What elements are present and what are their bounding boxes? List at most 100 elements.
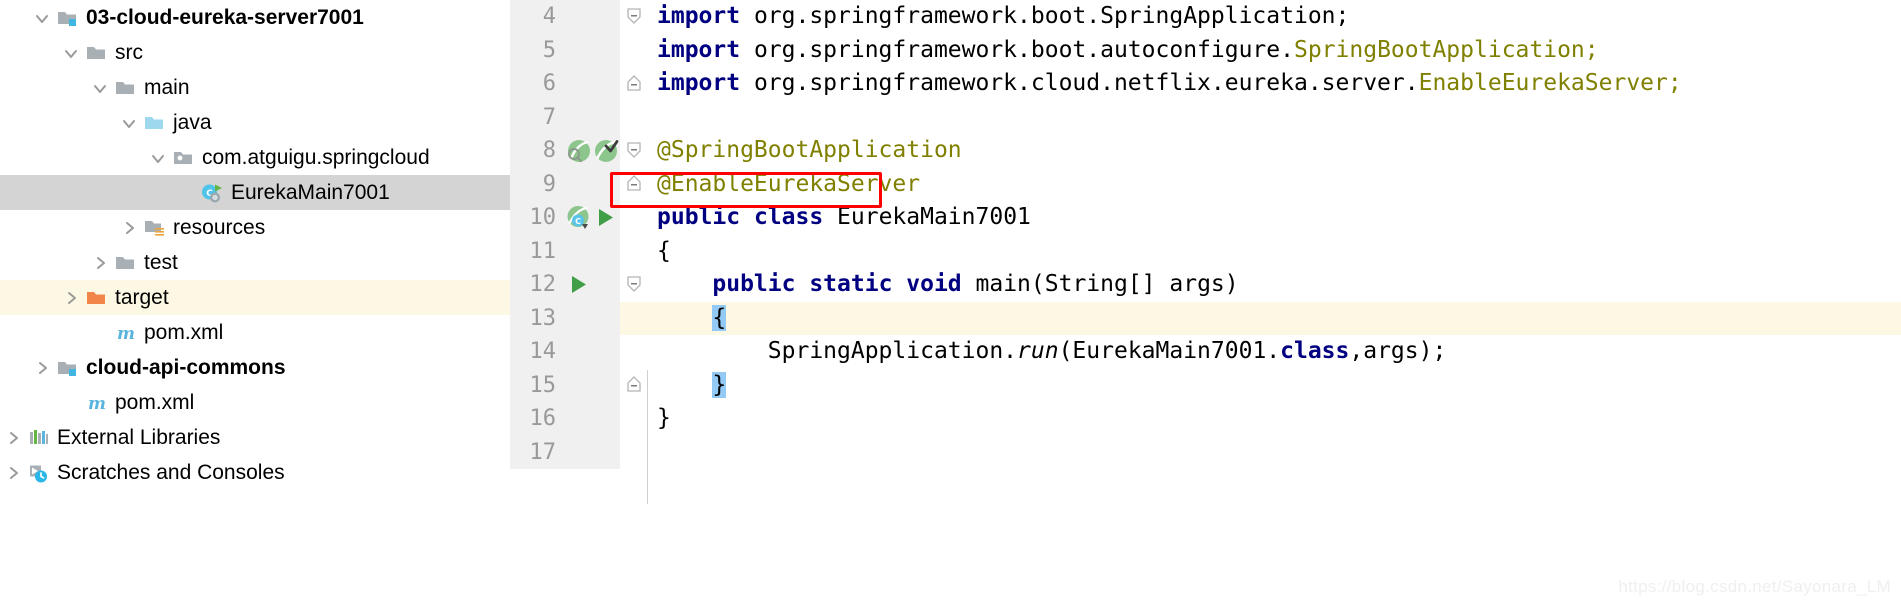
code-line-text[interactable]: import org.springframework.boot.autoconf… xyxy=(647,34,1901,68)
chevron-down-icon[interactable] xyxy=(116,105,142,140)
chevron-down-icon[interactable] xyxy=(58,35,84,70)
tree-item-target[interactable]: target xyxy=(0,280,510,315)
code-line-13[interactable]: 13 { xyxy=(510,301,1901,336)
fold-column xyxy=(620,335,647,369)
watermark-text: https://blog.csdn.net/Sayonara_LM xyxy=(1618,577,1891,596)
code-line-text[interactable]: import org.springframework.boot.SpringAp… xyxy=(647,0,1901,34)
code-line-text[interactable] xyxy=(647,436,1901,470)
tree-item-pom-xml[interactable]: m pom.xml xyxy=(0,385,510,420)
gutter-icon-area[interactable] xyxy=(562,33,620,67)
spring-bean-search-icon[interactable] xyxy=(565,137,592,164)
svg-text:m: m xyxy=(117,324,135,343)
code-line-text[interactable]: { xyxy=(647,235,1901,269)
tree-item-src[interactable]: src xyxy=(0,35,510,70)
tree-item-main[interactable]: main xyxy=(0,70,510,105)
code-line-text[interactable]: } xyxy=(647,369,1901,403)
code-token: class xyxy=(1280,338,1350,364)
gutter-icon-area[interactable] xyxy=(562,301,620,335)
chevron-right-icon[interactable] xyxy=(0,455,26,490)
gutter-icon-area[interactable] xyxy=(562,402,620,436)
tree-item-label: Scratches and Consoles xyxy=(57,461,285,484)
code-line-7[interactable]: 7 xyxy=(510,100,1901,135)
line-number: 7 xyxy=(510,100,562,134)
code-fold-fold-start-icon[interactable] xyxy=(620,268,647,302)
tree-item-eurekamain7001[interactable]: C EurekaMain7001 xyxy=(0,175,510,210)
code-token: EurekaMain7001 xyxy=(837,204,1031,230)
code-line-text[interactable]: @SpringBootApplication xyxy=(647,134,1901,168)
code-line-text[interactable]: @EnableEurekaServer xyxy=(647,168,1901,202)
run-triangle-icon[interactable] xyxy=(565,271,592,298)
chevron-right-icon[interactable] xyxy=(29,350,55,385)
code-token: import xyxy=(657,3,754,29)
code-line-5[interactable]: 5 import org.springframework.boot.autocon… xyxy=(510,33,1901,68)
chevron-down-icon[interactable] xyxy=(29,0,55,35)
code-token: run xyxy=(1017,338,1059,364)
tree-item-label: com.atguigu.springcloud xyxy=(202,146,430,169)
tree-item-external-libraries[interactable]: External Libraries xyxy=(0,420,510,455)
chevron-right-icon[interactable] xyxy=(0,420,26,455)
fold-column xyxy=(620,435,647,469)
gutter-icon-area[interactable] xyxy=(562,268,620,302)
code-lines-container[interactable]: 4 import org.springframework.boot.SpringA… xyxy=(510,0,1901,603)
chevron-down-icon[interactable] xyxy=(145,140,171,175)
tree-item-label: main xyxy=(144,76,190,99)
code-line-10[interactable]: 10 Cpublic class EurekaMain7001 xyxy=(510,201,1901,235)
code-token: @SpringBootApplication xyxy=(657,137,962,163)
spring-bean-class-icon[interactable]: C xyxy=(565,204,592,231)
code-line-11[interactable]: 11 { xyxy=(510,234,1901,269)
code-line-8[interactable]: 8 @SpringBootApplication xyxy=(510,134,1901,168)
chevron-right-icon[interactable] xyxy=(87,245,113,280)
tree-item-03-cloud-eureka-server7001[interactable]: 03-cloud-eureka-server7001 xyxy=(0,0,510,35)
code-fold-fold-end-icon[interactable] xyxy=(620,167,647,201)
spring-bean-check-icon[interactable] xyxy=(592,137,619,164)
line-number: 15 xyxy=(510,368,562,402)
tree-item-cloud-api-commons[interactable]: cloud-api-commons xyxy=(0,350,510,385)
code-line-17[interactable]: 17 xyxy=(510,435,1901,470)
tree-item-java[interactable]: java xyxy=(0,105,510,140)
module-folder-icon xyxy=(55,7,81,29)
gutter-icon-area[interactable] xyxy=(562,234,620,268)
code-line-16[interactable]: 16} xyxy=(510,402,1901,436)
code-line-14[interactable]: 14 SpringApplication.run(EurekaMain7001.… xyxy=(510,335,1901,369)
gutter-icon-area[interactable] xyxy=(562,167,620,201)
code-line-text[interactable]: SpringApplication.run(EurekaMain7001.cla… xyxy=(647,335,1901,369)
code-line-text[interactable]: import org.springframework.cloud.netflix… xyxy=(647,67,1901,101)
gutter-icon-area[interactable] xyxy=(562,0,620,34)
tree-item-label: 03-cloud-eureka-server7001 xyxy=(86,6,364,29)
code-fold-fold-start-icon[interactable] xyxy=(620,0,647,34)
code-line-4[interactable]: 4 import org.springframework.boot.SpringA… xyxy=(510,0,1901,34)
chevron-right-icon[interactable] xyxy=(116,210,142,245)
gutter-icon-area[interactable] xyxy=(562,435,620,469)
code-line-12[interactable]: 12 public static void main(String[] args… xyxy=(510,268,1901,302)
code-line-9[interactable]: 9 @EnableEurekaServer xyxy=(510,167,1901,202)
code-editor[interactable]: 4 import org.springframework.boot.SpringA… xyxy=(510,0,1901,603)
chevron-right-icon[interactable] xyxy=(58,280,84,315)
project-tree: 03-cloud-eureka-server7001 src main java com… xyxy=(0,0,510,490)
code-line-text[interactable]: } xyxy=(647,402,1901,436)
gutter-icon-area[interactable] xyxy=(562,134,620,168)
tree-item-pom-xml[interactable]: m pom.xml xyxy=(0,315,510,350)
gutter-icon-area[interactable] xyxy=(562,335,620,369)
gutter-icon-area[interactable] xyxy=(562,67,620,101)
code-line-text[interactable] xyxy=(647,101,1901,135)
gutter-icon-area[interactable]: C xyxy=(562,201,620,235)
code-line-6[interactable]: 6 import org.springframework.cloud.netfli… xyxy=(510,67,1901,101)
run-triangle-icon[interactable] xyxy=(592,204,619,231)
tree-item-scratches-and-consoles[interactable]: Scratches and Consoles xyxy=(0,455,510,490)
gutter-icon-area[interactable] xyxy=(562,368,620,402)
gutter-icon-area[interactable] xyxy=(562,100,620,134)
tree-item-com-atguigu-springcloud[interactable]: com.atguigu.springcloud xyxy=(0,140,510,175)
tree-item-resources[interactable]: resources xyxy=(0,210,510,245)
line-number: 13 xyxy=(510,301,562,335)
code-token: void xyxy=(906,271,976,297)
code-line-text[interactable]: public class EurekaMain7001 xyxy=(647,201,1901,235)
chevron-down-icon[interactable] xyxy=(87,70,113,105)
code-fold-fold-start-icon[interactable] xyxy=(620,134,647,168)
code-fold-fold-end-icon[interactable] xyxy=(620,67,647,101)
code-line-text[interactable]: public static void main(String[] args) xyxy=(647,268,1901,302)
code-line-text[interactable]: { xyxy=(647,302,1901,336)
code-line-15[interactable]: 15 } xyxy=(510,368,1901,403)
code-fold-fold-end-icon[interactable] xyxy=(620,368,647,402)
tree-item-test[interactable]: test xyxy=(0,245,510,280)
